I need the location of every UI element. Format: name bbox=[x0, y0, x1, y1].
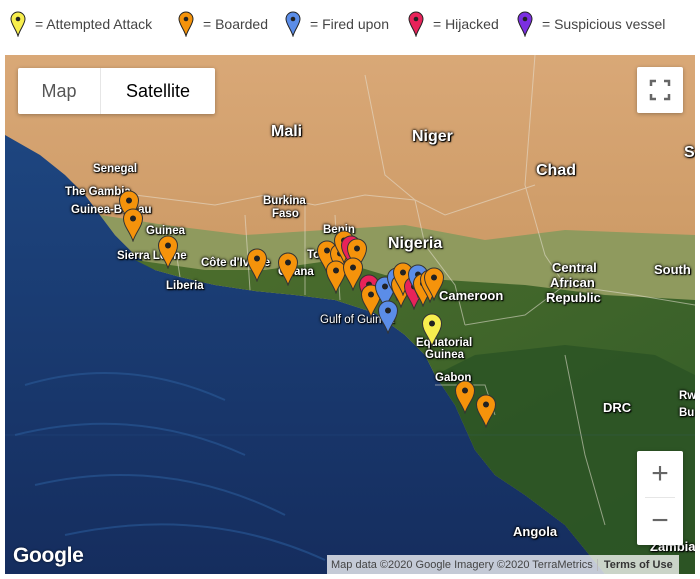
attempted-attack-marker[interactable] bbox=[421, 313, 443, 347]
legend-suspicious-vessel: = Suspicious vessel bbox=[517, 0, 665, 48]
map-attribution: Map data ©2020 Google Imagery ©2020 Terr… bbox=[327, 555, 679, 574]
label-senegal: Senegal bbox=[93, 163, 138, 175]
zoom-out-button[interactable]: − bbox=[637, 498, 683, 544]
map-satellite-view[interactable]: Mali Niger Chad S Senegal The Gambia Gui… bbox=[5, 55, 695, 574]
legend-label: = Suspicious vessel bbox=[542, 16, 666, 32]
legend: = Attempted Attack = Boarded = Fired upo… bbox=[0, 0, 700, 48]
label-niger: Niger bbox=[412, 128, 453, 145]
label-drc: DRC bbox=[603, 400, 632, 415]
boarded-marker[interactable] bbox=[157, 235, 179, 269]
yellow-marker-icon bbox=[10, 11, 26, 37]
blue-marker-icon bbox=[285, 11, 301, 37]
label-faso: Faso bbox=[272, 208, 299, 220]
boarded-marker[interactable] bbox=[246, 248, 268, 282]
label-burundi-partial: Bu bbox=[679, 407, 695, 419]
label-eq-guinea: Guinea bbox=[425, 349, 464, 361]
label-car-3: Republic bbox=[546, 290, 601, 305]
label-chad: Chad bbox=[536, 162, 576, 179]
red-marker-icon bbox=[408, 11, 424, 37]
fullscreen-button[interactable] bbox=[637, 67, 683, 113]
fullscreen-icon bbox=[649, 79, 671, 101]
label-car-1: Central bbox=[552, 260, 597, 275]
terms-of-use-link[interactable]: Terms of Use bbox=[596, 558, 679, 571]
legend-label: = Fired upon bbox=[310, 16, 389, 32]
boarded-marker[interactable] bbox=[277, 252, 299, 286]
attribution-text: Map data ©2020 Google Imagery ©2020 Terr… bbox=[331, 558, 593, 571]
legend-boarded: = Boarded bbox=[178, 0, 268, 48]
label-sudan-partial: S bbox=[684, 144, 695, 161]
label-nigeria: Nigeria bbox=[388, 235, 443, 252]
label-liberia: Liberia bbox=[166, 280, 204, 292]
boarded-marker[interactable] bbox=[475, 394, 497, 428]
label-mali: Mali bbox=[271, 123, 303, 140]
label-cameroon: Cameroon bbox=[439, 288, 504, 303]
label-car-2: African bbox=[550, 275, 595, 290]
legend-attempted-attack: = Attempted Attack bbox=[10, 0, 152, 48]
label-angola: Angola bbox=[513, 524, 558, 539]
boarded-marker[interactable] bbox=[122, 208, 144, 242]
legend-hijacked: = Hijacked bbox=[408, 0, 499, 48]
label-burkina: Burkina bbox=[263, 195, 306, 207]
map-type-map-button[interactable]: Map bbox=[18, 68, 101, 114]
orange-marker-icon bbox=[178, 11, 194, 37]
map-type-control: Map Satellite bbox=[18, 68, 215, 114]
boarded-marker[interactable] bbox=[454, 380, 476, 414]
purple-marker-icon bbox=[517, 11, 533, 37]
label-south-sudan: South bbox=[654, 262, 691, 277]
zoom-in-button[interactable]: + bbox=[637, 451, 683, 497]
boarded-marker[interactable] bbox=[423, 267, 445, 301]
google-logo: Google bbox=[13, 544, 84, 567]
map-type-satellite-button[interactable]: Satellite bbox=[101, 68, 215, 114]
legend-label: = Attempted Attack bbox=[35, 16, 153, 32]
label-rwanda-partial: Rw bbox=[679, 390, 695, 402]
zoom-control: + − bbox=[637, 451, 683, 545]
legend-fired-upon: = Fired upon bbox=[285, 0, 389, 48]
legend-label: = Boarded bbox=[203, 16, 268, 32]
legend-label: = Hijacked bbox=[433, 16, 499, 32]
